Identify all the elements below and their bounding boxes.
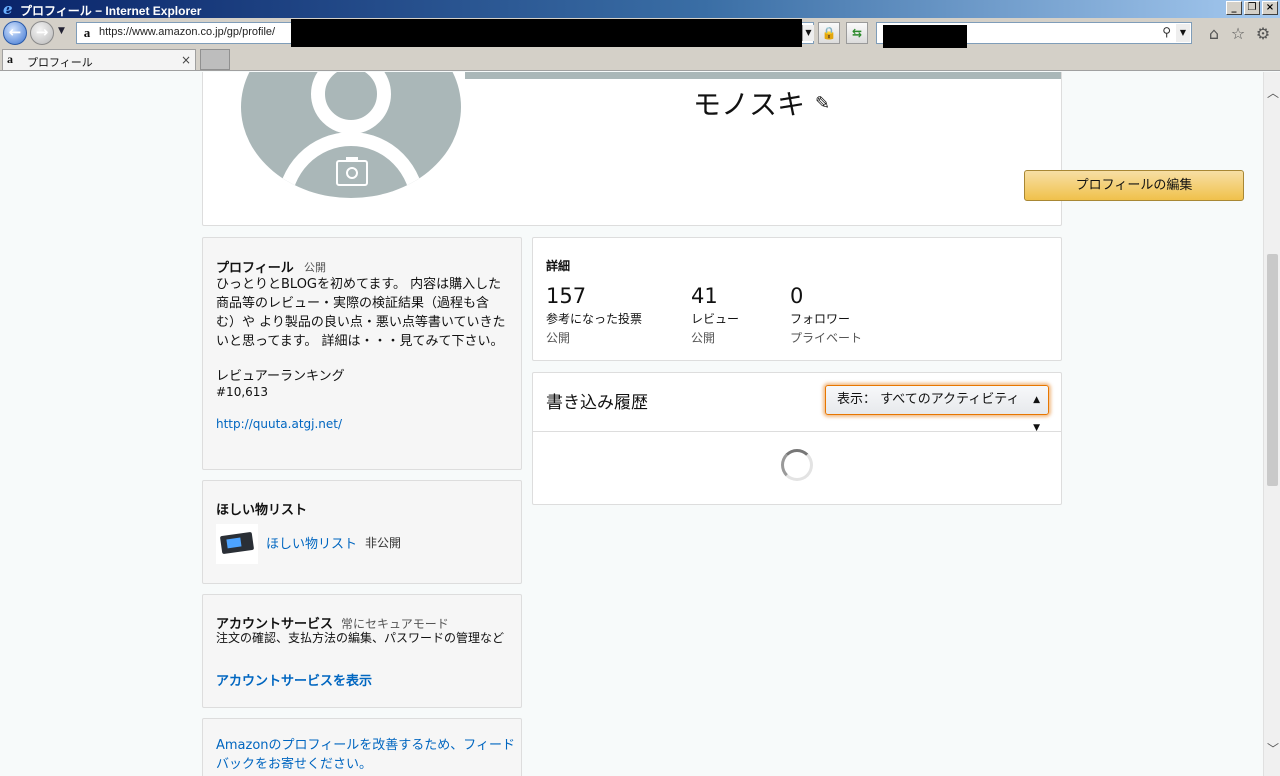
stat-label: フォロワー	[790, 312, 851, 326]
wishlist-thumbnail[interactable]	[216, 524, 258, 564]
bio-line: 商品等のレビュー・実際の検証結果（過程も含	[216, 296, 490, 311]
camera-icon[interactable]	[336, 157, 368, 186]
ie-logo-icon: e	[3, 0, 13, 18]
close-tab-icon[interactable]: ×	[181, 53, 191, 67]
amazon-favicon-icon: a	[7, 52, 13, 66]
tab-label: プロフィール	[27, 56, 93, 69]
activity-filter-select[interactable]: 表示： すべてのアクティビティ ▲ ▼	[825, 385, 1049, 433]
account-title: アカウントサービス	[216, 617, 334, 632]
bio-line: む）や より製品の良い点・悪い点等書いていきた	[216, 315, 506, 330]
stat-value: 41	[691, 284, 718, 308]
wishlist-link[interactable]: ほしい物リスト	[266, 533, 357, 552]
account-services-link[interactable]: アカウントサービスを表示	[216, 670, 372, 689]
redacted-url-area	[291, 19, 802, 47]
vertical-scrollbar[interactable]: ︿ ﹀	[1263, 72, 1280, 776]
chevron-updown-icon: ▲ ▼	[1033, 395, 1040, 433]
stat-followers: 0 フォロワー プライベート	[790, 284, 862, 346]
home-icon[interactable]: ⌂	[1205, 25, 1223, 43]
stat-helpful-votes: 157 参考になった投票 公開	[546, 284, 642, 346]
feedback-card: Amazonのプロフィールを改善するため、フィードバックをお寄せください。	[202, 718, 522, 776]
activity-title: 書き込み履歴	[546, 393, 648, 413]
pencil-icon[interactable]: ✎	[815, 93, 830, 114]
window-controls: _ ❐ ×	[1226, 1, 1278, 15]
window-title-bar: e プロフィール − Internet Explorer _ ❐ ×	[0, 0, 1280, 18]
feedback-link[interactable]: Amazonのプロフィールを改善するため、フィードバックをお寄せください。	[216, 736, 516, 774]
stat-reviews: 41 レビュー 公開	[691, 284, 739, 346]
address-dropdown-icon[interactable]: ▼	[802, 25, 814, 41]
forward-button[interactable]: →	[30, 21, 54, 45]
secure-mode-label: 常にセキュアモード	[341, 617, 449, 631]
edit-profile-button[interactable]: プロフィールの編集	[1024, 170, 1244, 201]
activity-card: 書き込み履歴 表示： すべてのアクティビティ ▲ ▼	[532, 372, 1062, 505]
search-icon[interactable]: ⚲	[1162, 25, 1171, 39]
scroll-down-icon[interactable]: ﹀	[1267, 740, 1279, 757]
amazon-favicon-icon: a	[83, 25, 91, 40]
scroll-up-icon[interactable]: ︿	[1267, 84, 1279, 101]
address-url: https://www.amazon.co.jp/gp/profile/	[99, 26, 276, 38]
account-description: 注文の確認、支払方法の編集、パスワードの管理など	[216, 631, 505, 645]
stat-label: レビュー	[691, 312, 740, 326]
stat-value: 157	[546, 284, 587, 308]
about-visibility: 公開	[304, 261, 326, 274]
history-dropdown-icon[interactable]: ▼	[58, 26, 65, 36]
bio-line: いと思ってます。 詳細は・・・見てみて下さい。	[216, 334, 504, 349]
ranking-value: #10,613	[216, 385, 269, 399]
stat-value: 0	[790, 284, 804, 308]
activity-filter-value: 表示： すべてのアクティビティ	[837, 392, 1020, 407]
about-bio: ひっとりとBLOGを初めてます。 内容は購入した 商品等のレビュー・実際の検証結…	[216, 275, 516, 351]
wishlist-visibility: 非公開	[365, 536, 402, 550]
account-services-card: アカウントサービス 常にセキュアモード 注文の確認、支払方法の編集、パスワードの…	[202, 594, 522, 708]
gear-icon[interactable]: ⚙	[1254, 25, 1272, 43]
tab-bar: a プロフィール ×	[0, 48, 1280, 71]
lock-icon[interactable]: 🔒	[818, 22, 840, 44]
about-title: プロフィール	[216, 261, 294, 276]
refresh-icon[interactable]: ⇆	[846, 22, 868, 44]
bio-line: ひっとりとBLOGを初めてます。 内容は購入した	[216, 277, 502, 292]
stat-label: 参考になった投票	[546, 312, 643, 326]
profile-name: モノスキ	[693, 88, 806, 121]
restore-button[interactable]: ❐	[1244, 1, 1260, 15]
stat-visibility: 公開	[691, 331, 716, 345]
ranking-label: レビュアーランキング	[216, 369, 345, 384]
loading-spinner-icon	[781, 449, 813, 481]
wishlist-title: ほしい物リスト	[216, 503, 308, 518]
details-title: 詳細	[546, 259, 571, 273]
page-content: モノスキ ✎ プロフィールの編集 プロフィール 公開 ひっとりとBLOGを初めて…	[0, 72, 1263, 776]
stat-visibility: プライベート	[790, 331, 863, 345]
profile-banner	[465, 72, 1061, 79]
details-card: 詳細 157 参考になった投票 公開 41 レビュー 公開 0 フォロワー プラ…	[532, 237, 1062, 361]
search-dropdown-icon[interactable]: ▼	[1176, 24, 1190, 42]
stat-visibility: 公開	[546, 331, 571, 345]
wishlist-card: ほしい物リスト ほしい物リスト 非公開	[202, 480, 522, 584]
minimize-button[interactable]: _	[1226, 1, 1242, 15]
avatar-head-shape	[311, 72, 391, 134]
blog-link[interactable]: http://quuta.atgj.net/	[216, 417, 342, 431]
about-card: プロフィール 公開 ひっとりとBLOGを初めてます。 内容は購入した 商品等のレ…	[202, 237, 522, 470]
divider	[533, 431, 1061, 432]
new-tab-button[interactable]	[200, 49, 230, 70]
window-title: プロフィール − Internet Explorer	[20, 4, 202, 18]
search-box[interactable]: ⚲ ▼	[876, 22, 1192, 51]
scrollbar-thumb[interactable]	[1267, 254, 1278, 486]
close-window-button[interactable]: ×	[1262, 1, 1278, 15]
favorites-star-icon[interactable]: ☆	[1229, 25, 1247, 43]
tab-profile[interactable]: a プロフィール ×	[2, 49, 196, 70]
back-button[interactable]: ←	[3, 21, 27, 45]
